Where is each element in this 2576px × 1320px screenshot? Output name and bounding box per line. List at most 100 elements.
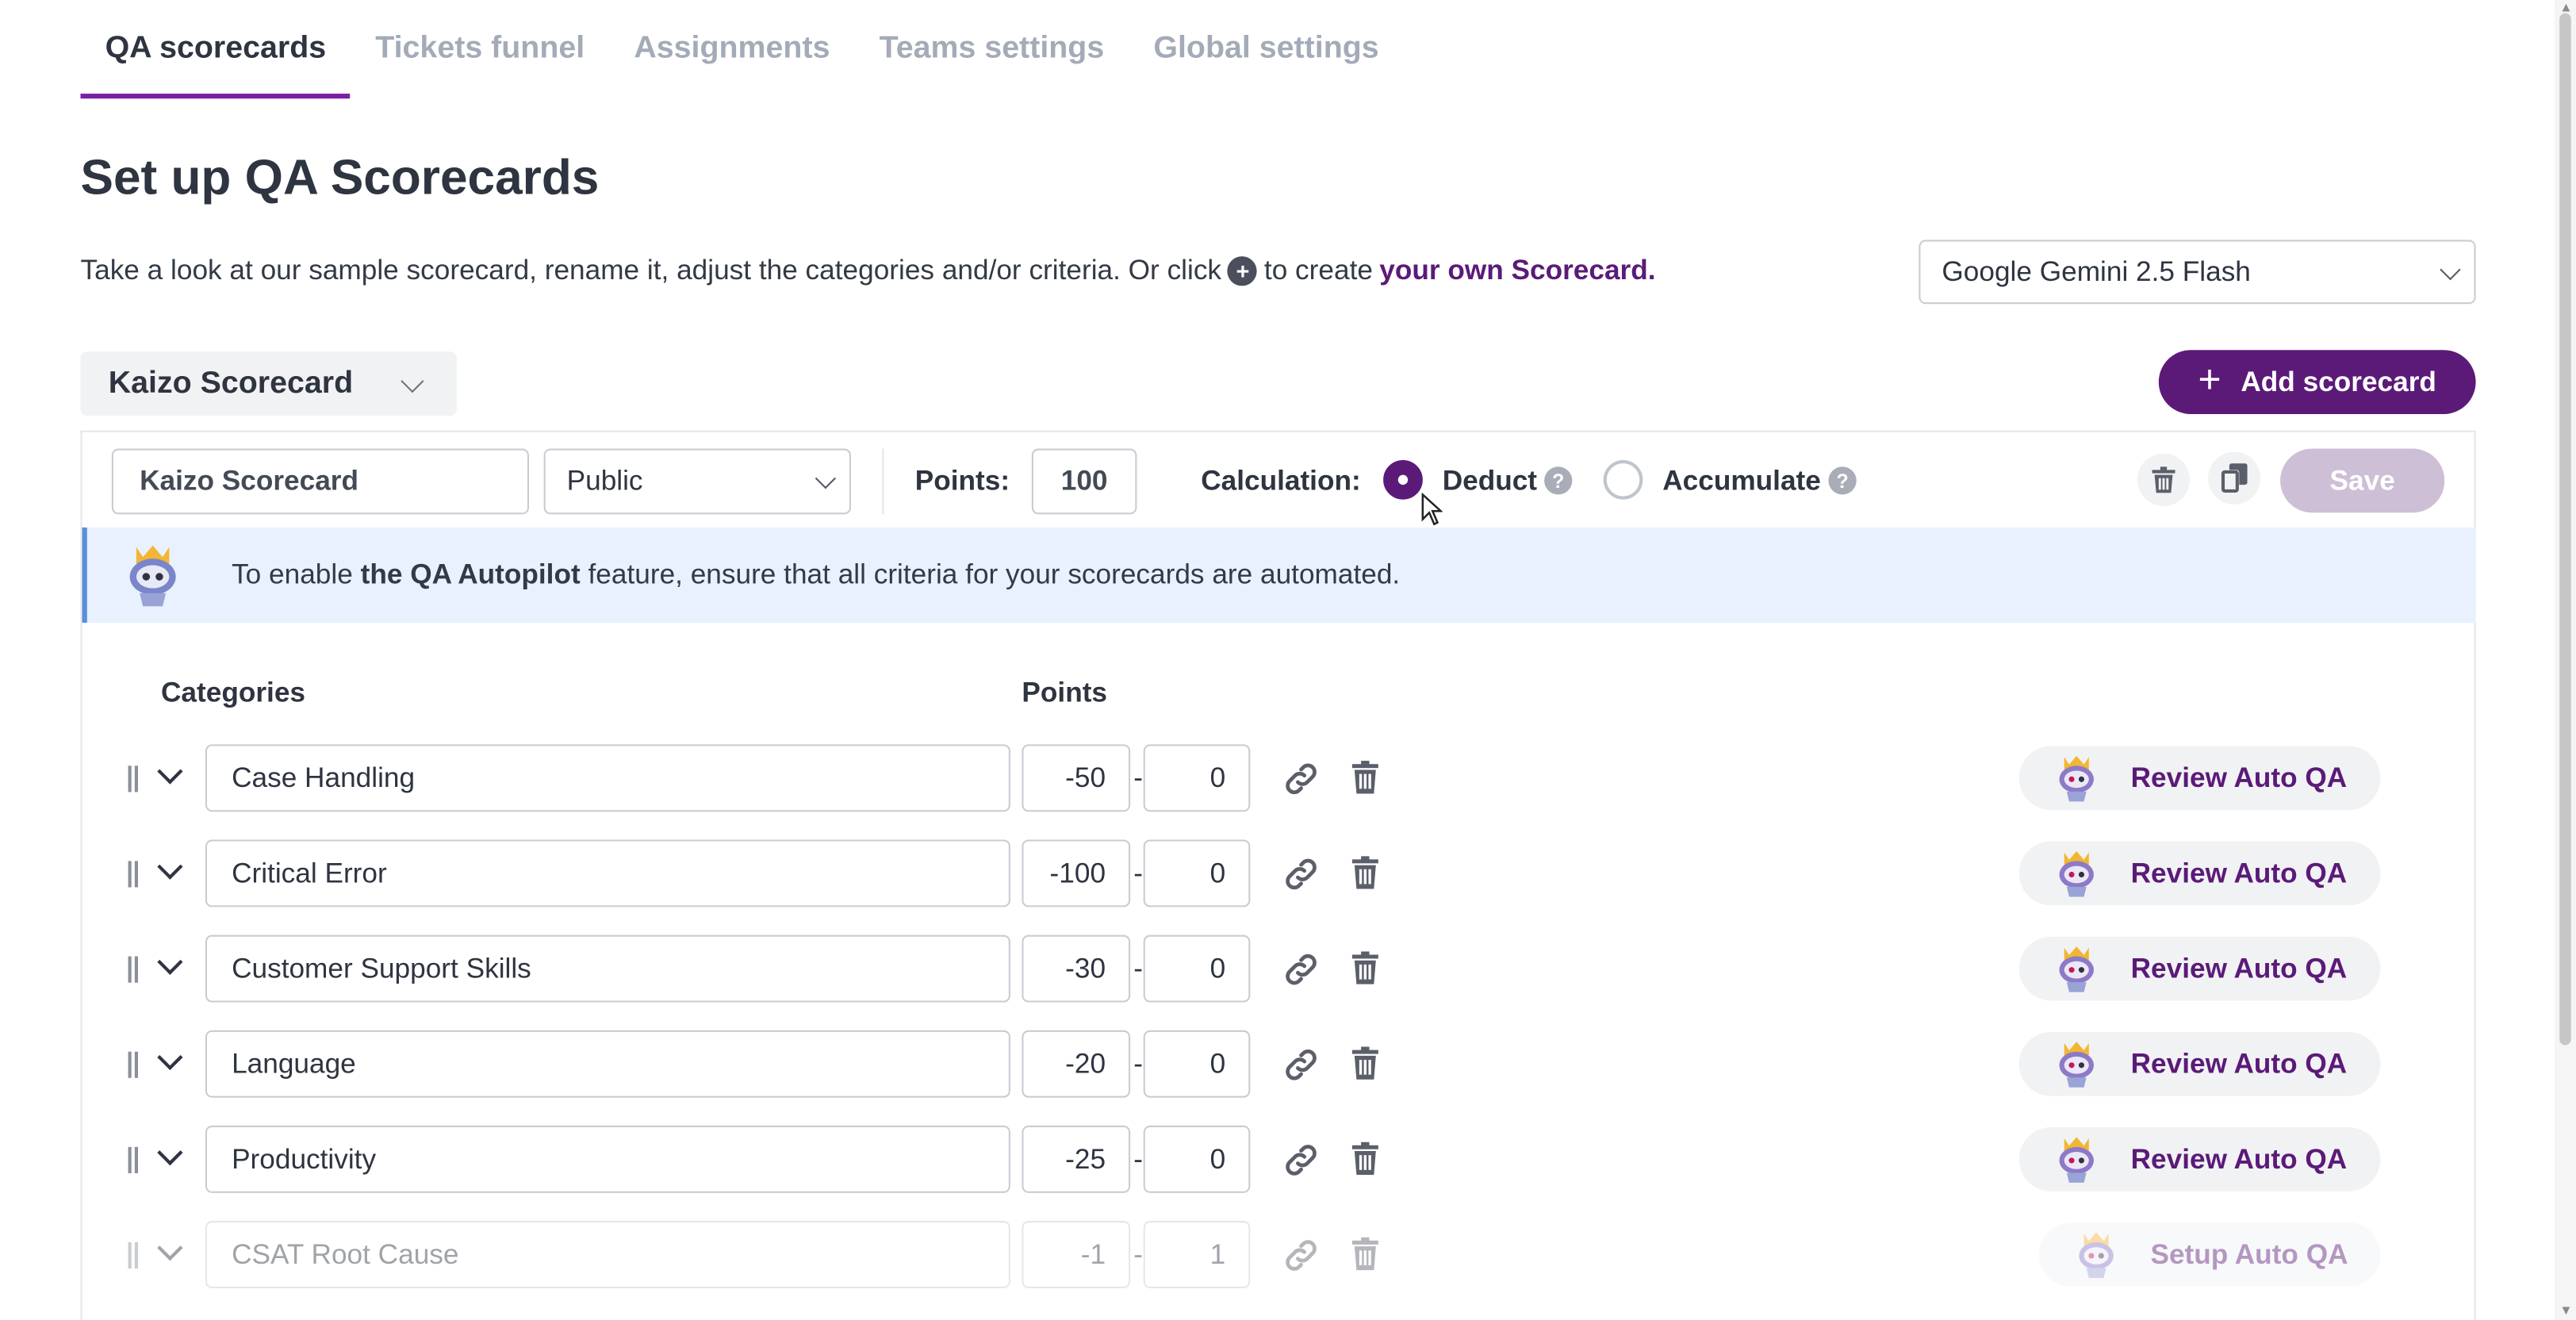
category-row: Productivity -25-0 Review Auto QA — [82, 1125, 2476, 1195]
category-name-input[interactable]: Productivity — [205, 1125, 1010, 1193]
tab-teams-settings[interactable]: Teams settings — [855, 0, 1129, 98]
tab-qa-scorecards[interactable]: QA scorecards — [80, 0, 352, 99]
auto-qa-label: Review Auto QA — [2130, 762, 2348, 793]
auto-qa-button[interactable]: Setup Auto QA — [2038, 1222, 2381, 1287]
banner-after: feature, ensure that all criteria for yo… — [588, 558, 1401, 590]
scorecard-name-input[interactable]: Kaizo Scorecard — [111, 448, 529, 515]
model-select[interactable]: Google Gemini 2.5 Flash — [1919, 240, 2476, 305]
auto-qa-button[interactable]: Review Auto QA — [2018, 1031, 2381, 1096]
robot-mascot-icon — [2079, 1232, 2114, 1279]
duplicate-scorecard-button[interactable] — [2207, 451, 2261, 505]
chevron-down-icon — [401, 368, 424, 393]
link-icon[interactable] — [1283, 762, 1320, 795]
scroll-down-icon[interactable]: ▼ — [2559, 1303, 2572, 1318]
tab-global-settings[interactable]: Global settings — [1129, 0, 1403, 98]
mouse-cursor-icon — [1421, 493, 1443, 526]
vertical-scrollbar[interactable]: ▲ ▼ — [2555, 0, 2576, 1320]
link-icon[interactable] — [1283, 1144, 1320, 1176]
category-min-points-input[interactable]: -100 — [1022, 839, 1131, 908]
auto-qa-label: Setup Auto QA — [2150, 1238, 2348, 1270]
trash-icon — [2152, 466, 2175, 493]
accumulate-radio[interactable] — [1603, 459, 1643, 500]
points-input[interactable]: 100 — [1031, 448, 1137, 515]
category-max-points-input[interactable]: 0 — [1143, 744, 1251, 812]
scorecard-picker-value: Kaizo Scorecard — [108, 365, 354, 401]
category-min-points-input[interactable]: -50 — [1022, 744, 1131, 812]
save-button[interactable]: Save — [2280, 448, 2445, 513]
link-icon[interactable] — [1283, 953, 1320, 985]
category-max-points-input[interactable]: 0 — [1143, 934, 1251, 1003]
trash-icon[interactable] — [1351, 1237, 1378, 1271]
own-scorecard-link[interactable]: your own Scorecard. — [1379, 255, 1655, 287]
category-min-points-input[interactable]: -30 — [1022, 934, 1131, 1003]
category-row: Critical Error -100-0 Review Auto QA — [82, 839, 2476, 908]
scrollbar-thumb[interactable] — [2559, 13, 2571, 1046]
link-icon[interactable] — [1283, 1049, 1320, 1081]
robot-mascot-icon — [2059, 1042, 2094, 1088]
tab-assignments[interactable]: Assignments — [609, 0, 854, 98]
category-name-input[interactable]: Customer Support Skills — [205, 934, 1010, 1003]
category-min-points-input[interactable]: -20 — [1022, 1030, 1131, 1098]
trash-icon[interactable] — [1351, 1046, 1378, 1080]
drag-handle-icon[interactable] — [128, 1051, 138, 1078]
scorecard-picker[interactable]: Kaizo Scorecard — [80, 351, 457, 416]
intro-text-before: Take a look at our sample scorecard, ren… — [80, 255, 1222, 286]
accumulate-label[interactable]: Accumulate — [1662, 465, 1821, 497]
deduct-radio[interactable] — [1383, 459, 1423, 500]
drag-handle-icon[interactable] — [128, 1241, 138, 1269]
add-scorecard-button[interactable]: + Add scorecard — [2158, 350, 2476, 414]
deduct-help-icon[interactable]: ? — [1544, 466, 1573, 495]
category-name-input[interactable]: CSAT Root Cause — [205, 1221, 1010, 1288]
auto-qa-label: Review Auto QA — [2130, 1142, 2348, 1175]
category-max-points-input[interactable]: 0 — [1143, 839, 1251, 908]
visibility-select-value: Public — [566, 465, 643, 497]
tab-tickets-funnel[interactable]: Tickets funnel — [351, 0, 609, 98]
trash-icon[interactable] — [1351, 951, 1378, 984]
visibility-select[interactable]: Public — [543, 448, 851, 515]
category-row: Customer Support Skills -30-0 Review Auto … — [82, 934, 2476, 1004]
trash-icon[interactable] — [1351, 1142, 1378, 1176]
intro-text: Take a look at our sample scorecard, ren… — [80, 255, 1656, 287]
category-row: CSAT Root Cause -1-1 Setup Auto QA — [82, 1221, 2476, 1290]
range-separator: - — [1133, 1238, 1144, 1271]
drag-handle-icon[interactable] — [128, 766, 138, 792]
model-select-value: Google Gemini 2.5 Flash — [1942, 255, 2251, 287]
deduct-label[interactable]: Deduct — [1443, 465, 1537, 497]
chevron-down-icon[interactable] — [157, 949, 183, 975]
auto-qa-button[interactable]: Review Auto QA — [2018, 746, 2381, 811]
auto-qa-button[interactable]: Review Auto QA — [2018, 936, 2381, 1001]
chevron-down-icon[interactable] — [157, 1044, 183, 1071]
chevron-down-icon[interactable] — [157, 1235, 183, 1261]
chevron-down-icon[interactable] — [157, 854, 183, 880]
auto-qa-button[interactable]: Review Auto QA — [2018, 841, 2381, 906]
category-min-points-input[interactable]: -25 — [1022, 1125, 1131, 1193]
drag-handle-icon[interactable] — [128, 861, 138, 888]
calculation-label: Calculation: — [1201, 465, 1361, 497]
category-min-points-input[interactable]: -1 — [1022, 1221, 1131, 1288]
range-separator: - — [1133, 762, 1144, 794]
divider — [882, 448, 884, 515]
category-name-input[interactable]: Case Handling — [205, 744, 1010, 812]
categories-header: Categories — [160, 677, 306, 708]
drag-handle-icon[interactable] — [128, 956, 138, 983]
plus-circle-icon: + — [1228, 256, 1258, 286]
category-name-input[interactable]: Language — [205, 1030, 1010, 1098]
category-max-points-input[interactable]: 0 — [1143, 1125, 1251, 1193]
category-max-points-input[interactable]: 1 — [1143, 1221, 1251, 1288]
drag-handle-icon[interactable] — [128, 1146, 138, 1173]
delete-scorecard-button[interactable] — [2137, 453, 2191, 506]
category-max-points-input[interactable]: 0 — [1143, 1030, 1251, 1098]
link-icon[interactable] — [1283, 858, 1320, 890]
trash-icon[interactable] — [1351, 856, 1378, 889]
link-icon[interactable] — [1283, 1239, 1320, 1272]
app-stage: QA scorecards Tickets funnel Assignments… — [0, 0, 2576, 1320]
accumulate-help-icon[interactable]: ? — [1828, 466, 1857, 495]
tab-bar: QA scorecards Tickets funnel Assignments… — [80, 0, 1403, 99]
robot-mascot-icon — [2059, 1137, 2094, 1183]
category-name-input[interactable]: Critical Error — [205, 839, 1010, 908]
chevron-down-icon[interactable] — [157, 1139, 183, 1166]
auto-qa-button[interactable]: Review Auto QA — [2018, 1126, 2381, 1191]
range-separator: - — [1133, 953, 1144, 984]
trash-icon[interactable] — [1351, 761, 1378, 794]
chevron-down-icon[interactable] — [157, 758, 183, 785]
